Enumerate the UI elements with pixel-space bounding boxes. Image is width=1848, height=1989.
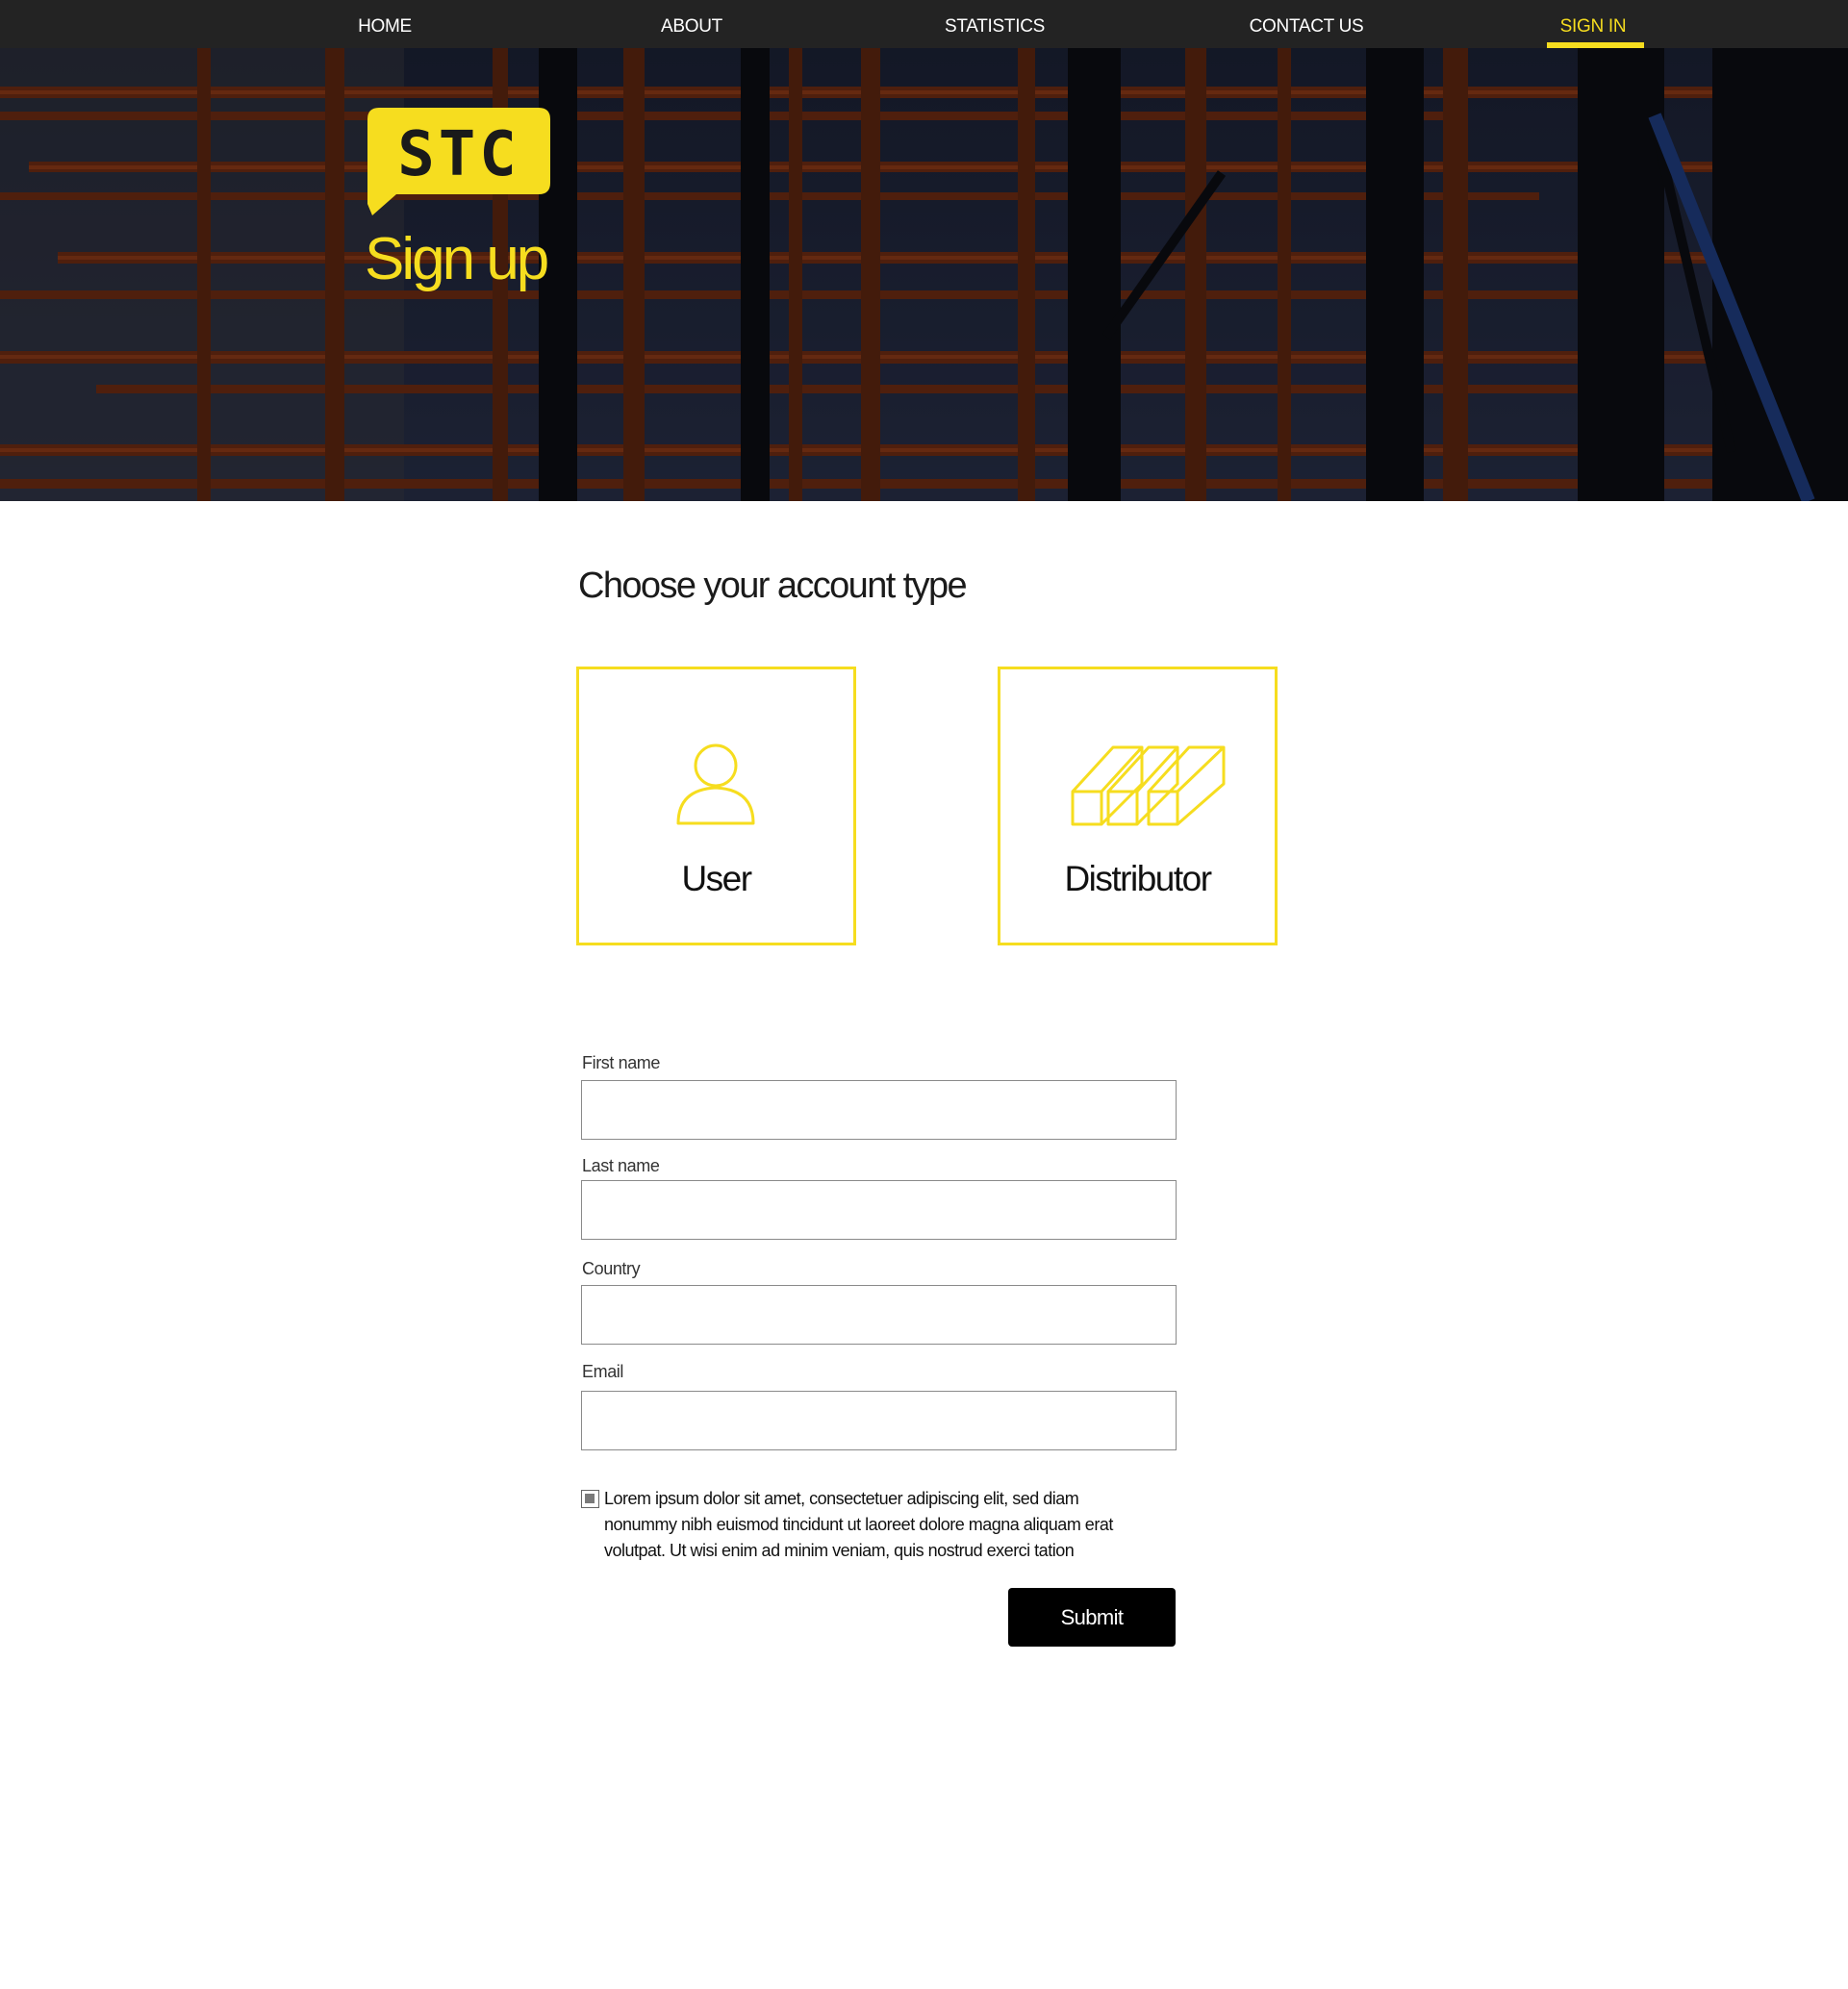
user-icon — [676, 743, 755, 825]
nav-about-link[interactable]: ABOUT — [661, 0, 722, 48]
top-navigation: HOME ABOUT STATISTICS CONTACT US SIGN IN — [0, 0, 1848, 48]
stc-logo: STC — [367, 108, 550, 215]
first-name-field[interactable] — [581, 1080, 1177, 1140]
active-nav-indicator — [1547, 42, 1644, 48]
first-name-label: First name — [582, 1053, 661, 1072]
user-option-label: User — [681, 859, 752, 898]
country-label: Country — [582, 1259, 641, 1278]
distributor-option-label: Distributor — [1064, 859, 1212, 898]
svg-text:STC: STC — [397, 119, 520, 190]
page-title: Sign up — [365, 226, 549, 292]
submit-button[interactable]: Submit — [1008, 1588, 1176, 1647]
beams-icon — [1071, 745, 1226, 826]
checkbox-checked-mark — [585, 1494, 595, 1503]
account-type-heading: Choose your account type — [578, 566, 968, 606]
last-name-label: Last name — [582, 1156, 660, 1175]
hero-background-image — [0, 48, 1848, 501]
hero-banner: STC Sign up — [0, 48, 1848, 501]
last-name-field[interactable] — [581, 1180, 1177, 1240]
email-field[interactable] — [581, 1391, 1177, 1450]
nav-sign-in-link[interactable]: SIGN IN — [1560, 0, 1627, 48]
terms-checkbox[interactable] — [581, 1490, 599, 1508]
country-field[interactable] — [581, 1285, 1177, 1345]
nav-contact-link[interactable]: CONTACT US — [1250, 0, 1364, 48]
distributor-account-option[interactable]: Distributor — [998, 667, 1278, 945]
user-account-option[interactable]: User — [576, 667, 856, 945]
nav-statistics-link[interactable]: STATISTICS — [945, 0, 1045, 48]
nav-home-link[interactable]: HOME — [358, 0, 412, 48]
terms-text: Lorem ipsum dolor sit amet, consectetuer… — [604, 1489, 1113, 1560]
email-label: Email — [582, 1362, 624, 1381]
